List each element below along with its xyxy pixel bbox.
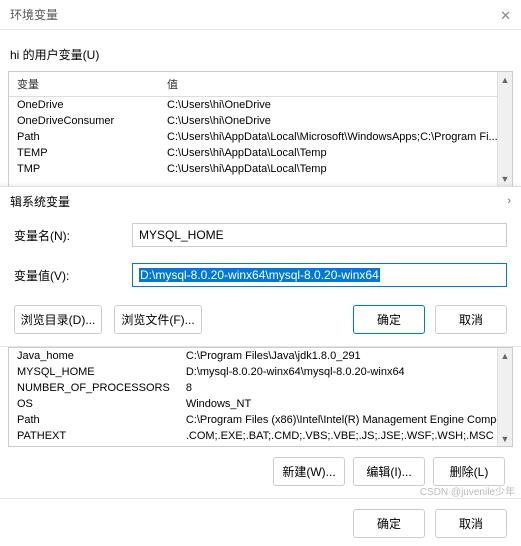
var-name-row: 变量名(N): <box>0 215 521 255</box>
table-row[interactable]: PathC:\Program Files (x86)\Intel\Intel(R… <box>9 412 512 428</box>
var-value-label: 变量值(V): <box>14 267 114 284</box>
browse-dir-button[interactable]: 浏览目录(D)... <box>14 305 102 334</box>
sys-vars-table[interactable]: Java_homeC:\Program Files\Java\jdk1.8.0_… <box>9 348 512 444</box>
user-vars-table-box: 变量 值 OneDriveC:\Users\hi\OneDrive OneDri… <box>8 71 513 187</box>
main-cancel-button[interactable]: 取消 <box>435 509 507 538</box>
table-row[interactable]: OSWindows_NT <box>9 396 512 412</box>
window-title: 环境变量 <box>10 6 58 23</box>
edit-button[interactable]: 编辑(I)... <box>353 457 425 486</box>
edit-dialog-title: 辑系统变量 <box>10 193 70 210</box>
close-icon[interactable]: ✕ <box>500 8 511 24</box>
table-row[interactable]: MYSQL_HOMED:\mysql-8.0.20-winx64\mysql-8… <box>9 364 512 380</box>
scrollbar[interactable]: ▲ ▼ <box>497 72 512 186</box>
table-row[interactable]: Java_homeC:\Program Files\Java\jdk1.8.0_… <box>9 348 512 364</box>
scroll-track[interactable] <box>498 363 512 431</box>
table-row[interactable]: TEMPC:\Users\hi\AppData\Local\Temp <box>9 145 512 161</box>
main-ok-button[interactable]: 确定 <box>353 509 425 538</box>
col-header-value[interactable]: 值 <box>159 72 512 97</box>
table-row[interactable]: NUMBER_OF_PROCESSORS8 <box>9 380 512 396</box>
chevron-right-icon[interactable]: › <box>507 195 511 207</box>
main-title-bar: 环境变量 ✕ <box>0 0 521 30</box>
table-row[interactable]: PATHEXT.COM;.EXE;.BAT;.CMD;.VBS;.VBE;.JS… <box>9 428 512 444</box>
var-value-input[interactable]: D:\mysql-8.0.20-winx64\mysql-8.0.20-winx… <box>132 263 507 287</box>
scroll-up-icon[interactable]: ▲ <box>498 72 512 87</box>
new-button[interactable]: 新建(W)... <box>273 457 345 486</box>
table-row[interactable]: OneDriveConsumerC:\Users\hi\OneDrive <box>9 113 512 129</box>
main-footer-row: 确定 取消 <box>0 498 521 546</box>
edit-dialog-title-bar: 辑系统变量 › <box>0 187 521 215</box>
edit-dialog-button-row: 浏览目录(D)... 浏览文件(F)... 确定 取消 <box>0 295 521 346</box>
var-name-label: 变量名(N): <box>14 227 114 244</box>
scroll-down-icon[interactable]: ▼ <box>498 431 512 446</box>
env-dialog-body: hi 的用户变量(U) 变量 值 OneDriveC:\Users\hi\One… <box>0 30 521 195</box>
browse-file-button[interactable]: 浏览文件(F)... <box>114 305 202 334</box>
scroll-up-icon[interactable]: ▲ <box>498 348 512 363</box>
scroll-track[interactable] <box>498 87 512 171</box>
user-vars-table[interactable]: 变量 值 OneDriveC:\Users\hi\OneDrive OneDri… <box>9 72 512 177</box>
user-vars-label: hi 的用户变量(U) <box>10 46 513 63</box>
scroll-down-icon[interactable]: ▼ <box>498 171 512 186</box>
table-row[interactable]: PathC:\Users\hi\AppData\Local\Microsoft\… <box>9 129 512 145</box>
edit-cancel-button[interactable]: 取消 <box>435 305 507 334</box>
edit-ok-button[interactable]: 确定 <box>353 305 425 334</box>
sys-vars-table-box: Java_homeC:\Program Files\Java\jdk1.8.0_… <box>8 347 513 447</box>
scrollbar[interactable]: ▲ ▼ <box>497 348 512 446</box>
table-row[interactable]: OneDriveC:\Users\hi\OneDrive <box>9 97 512 114</box>
var-name-input[interactable] <box>132 223 507 247</box>
col-header-name[interactable]: 变量 <box>9 72 159 97</box>
var-value-row: 变量值(V): D:\mysql-8.0.20-winx64\mysql-8.0… <box>0 255 521 295</box>
delete-button[interactable]: 删除(L) <box>433 457 505 486</box>
watermark: CSDN @juvenile少年 <box>420 483 515 498</box>
system-vars-section: Java_homeC:\Program Files\Java\jdk1.8.0_… <box>0 346 521 498</box>
table-row[interactable]: TMPC:\Users\hi\AppData\Local\Temp <box>9 161 512 177</box>
